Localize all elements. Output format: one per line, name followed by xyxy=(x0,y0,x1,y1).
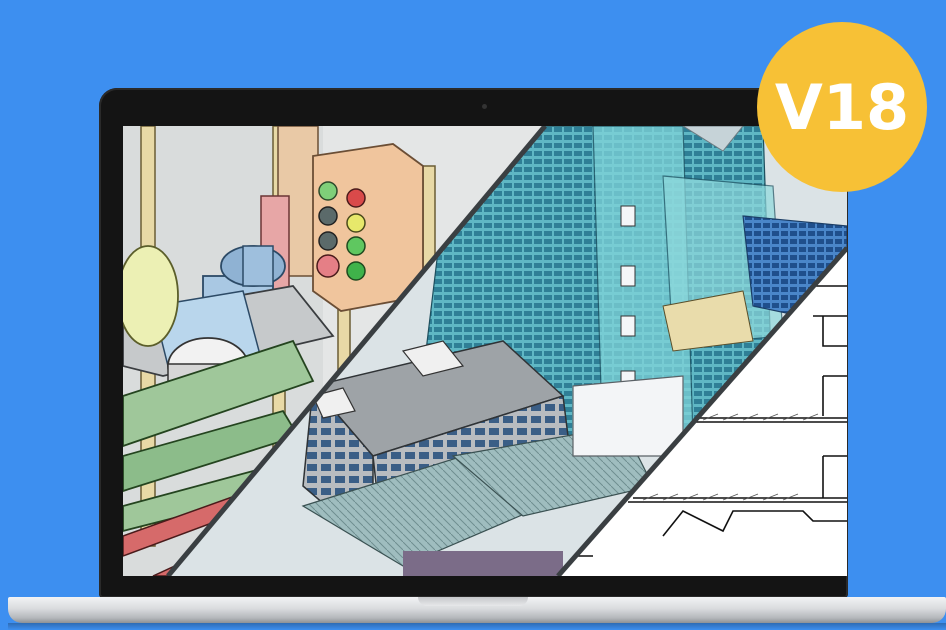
version-label: V18 xyxy=(774,70,910,144)
laptop-screen xyxy=(123,126,847,576)
promo-banner: V18 xyxy=(0,0,946,630)
version-badge: V18 xyxy=(757,22,927,192)
screen-artwork xyxy=(123,126,847,576)
laptop-shadow xyxy=(8,623,946,630)
camera-icon xyxy=(482,104,487,109)
laptop-base-notch xyxy=(418,597,528,606)
